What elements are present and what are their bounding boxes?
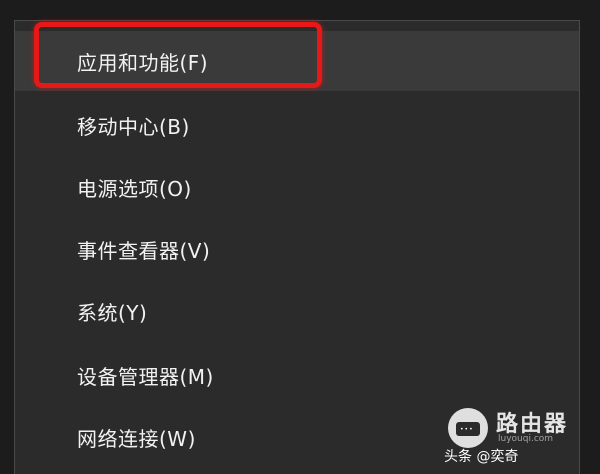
menu-item-event-viewer[interactable]: 事件查看器(V) xyxy=(15,219,579,279)
router-logo-icon: ••• xyxy=(448,408,488,448)
menu-item-label: 移动中心(B) xyxy=(77,114,190,139)
watermark-subtitle: luyouqi.com xyxy=(498,434,554,444)
screenshot-frame: 应用和功能(F) 移动中心(B) 电源选项(O) 事件查看器(V) 系统(Y) … xyxy=(0,0,600,474)
menu-item-mobility-center[interactable]: 移动中心(B) xyxy=(15,95,579,155)
menu-item-power-options[interactable]: 电源选项(O) xyxy=(15,157,579,217)
watermark: ••• 路由器 luyouqi.com 头条 @奕奇 xyxy=(444,406,588,466)
menu-item-label: 系统(Y) xyxy=(77,300,148,325)
menu-item-label: 事件查看器(V) xyxy=(77,238,211,263)
menu-item-apps-and-features[interactable]: 应用和功能(F) xyxy=(15,31,579,91)
menu-item-label: 网络连接(W) xyxy=(77,426,196,451)
menu-item-label: 应用和功能(F) xyxy=(77,50,209,75)
watermark-author: 头条 @奕奇 xyxy=(444,449,519,465)
menu-item-label: 电源选项(O) xyxy=(77,176,192,201)
menu-item-device-manager[interactable]: 设备管理器(M) xyxy=(15,345,579,405)
menu-item-system[interactable]: 系统(Y) xyxy=(15,281,579,341)
menu-item-label: 设备管理器(M) xyxy=(77,364,214,389)
